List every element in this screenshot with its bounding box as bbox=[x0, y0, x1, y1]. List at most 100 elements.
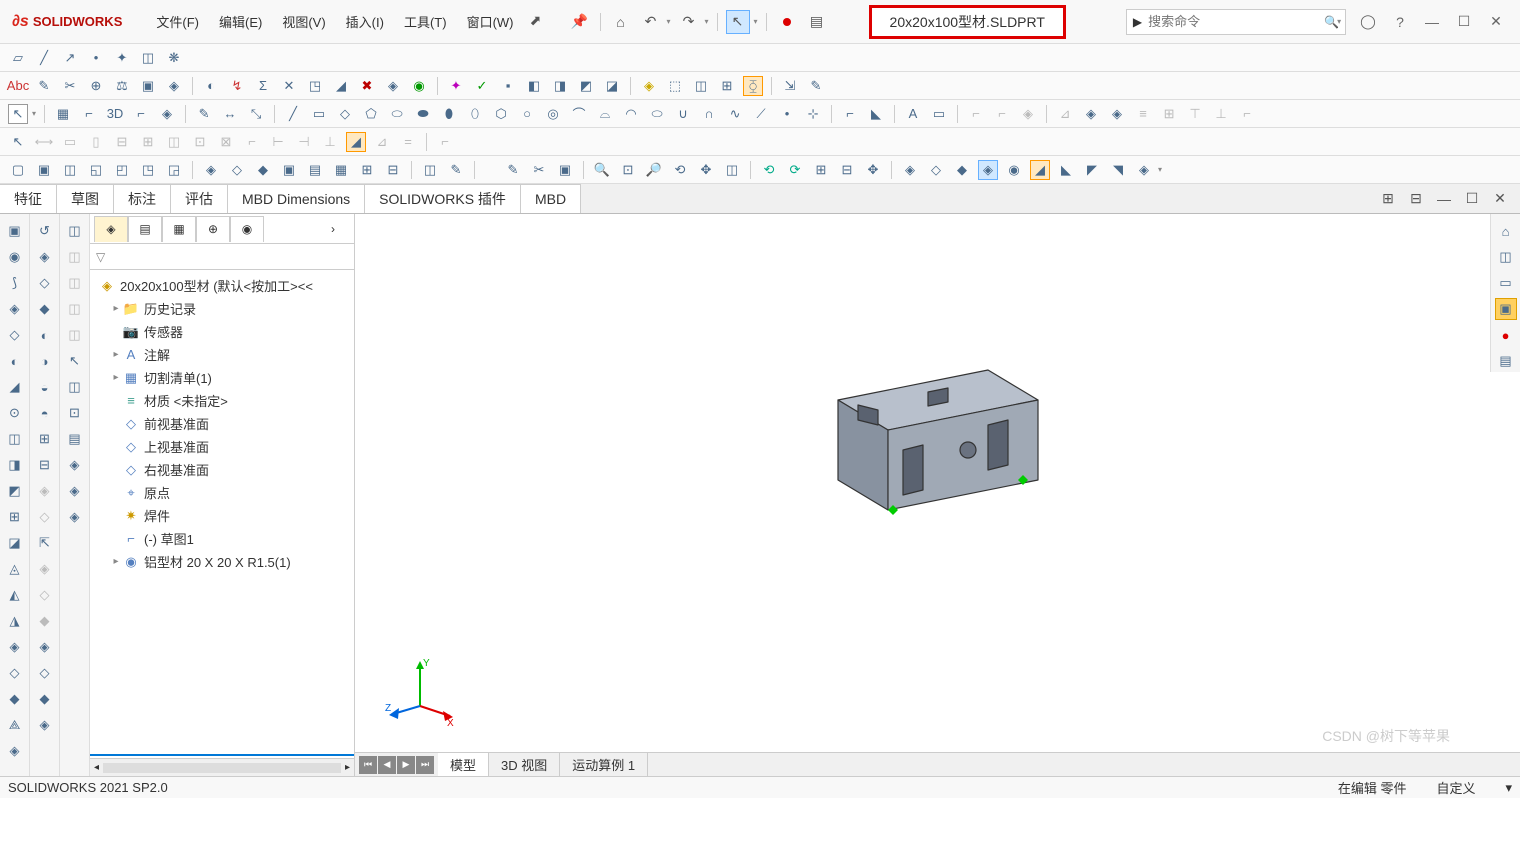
rel6-icon[interactable]: ⊞ bbox=[138, 132, 158, 152]
feat11-icon[interactable]: ▣ bbox=[279, 160, 299, 180]
tree-item-annotate[interactable]: ▸A注解 bbox=[90, 343, 354, 366]
feat4-icon[interactable]: ◱ bbox=[86, 160, 106, 180]
tree-tab-appearance[interactable]: ◉ bbox=[230, 216, 264, 242]
tool-f-icon[interactable]: ◈ bbox=[164, 76, 184, 96]
dim2-icon[interactable]: ⤡ bbox=[246, 104, 266, 124]
slot4-icon[interactable]: ⬯ bbox=[465, 104, 485, 124]
win-tile1-icon[interactable]: ⊞ bbox=[1376, 187, 1400, 211]
rail2-p-icon[interactable]: ◆ bbox=[34, 610, 56, 632]
status-dropdown-icon[interactable]: ▾ bbox=[1505, 780, 1512, 796]
rail-d-icon[interactable]: ◈ bbox=[4, 636, 26, 658]
rail2-g-icon[interactable]: ◒ bbox=[34, 376, 56, 398]
spline-icon[interactable]: ∩ bbox=[699, 104, 719, 124]
dropdown-icon[interactable]: ▾ bbox=[1158, 165, 1162, 174]
search-input[interactable] bbox=[1148, 14, 1324, 29]
text-icon[interactable]: A bbox=[903, 104, 923, 124]
win-max-icon[interactable]: ☐ bbox=[1460, 187, 1484, 211]
sketch2-icon[interactable]: ⌐ bbox=[131, 104, 151, 124]
rr-home-icon[interactable]: ⌂ bbox=[1495, 220, 1517, 242]
rail-revolve-icon[interactable]: ◉ bbox=[4, 246, 26, 268]
tree-tab-property[interactable]: ▦ bbox=[162, 216, 196, 242]
cursor-icon[interactable]: ↖ bbox=[8, 104, 28, 124]
rail-g-icon[interactable]: ⟁ bbox=[4, 714, 26, 736]
sheet-icon[interactable]: ❋ bbox=[164, 48, 184, 68]
tree-tab-study[interactable]: ⊕ bbox=[196, 216, 230, 242]
rel-highlight-icon[interactable]: ◢ bbox=[346, 132, 366, 152]
tree-tab-config[interactable]: ▤ bbox=[128, 216, 162, 242]
body3-icon[interactable]: ◈ bbox=[1107, 104, 1127, 124]
tree-item-right-plane[interactable]: ◇右视基准面 bbox=[90, 458, 354, 481]
menu-window[interactable]: 窗口(W) bbox=[457, 8, 524, 35]
pat2-icon[interactable]: ⊞ bbox=[1159, 104, 1179, 124]
line2-icon[interactable]: ╱ bbox=[283, 104, 303, 124]
feat6-icon[interactable]: ◳ bbox=[138, 160, 158, 180]
dropdown-icon[interactable]: ▾ bbox=[667, 17, 671, 26]
point2-icon[interactable]: • bbox=[777, 104, 797, 124]
rel9-icon[interactable]: ⊠ bbox=[216, 132, 236, 152]
grid-icon[interactable]: ▦ bbox=[53, 104, 73, 124]
rail2-s-icon[interactable]: ◆ bbox=[34, 688, 56, 710]
menu-file[interactable]: 文件(F) bbox=[146, 8, 209, 35]
rr-custom-icon[interactable]: ▤ bbox=[1495, 350, 1517, 372]
rel15-icon[interactable]: = bbox=[398, 132, 418, 152]
tool-t-icon[interactable]: ◪ bbox=[602, 76, 622, 96]
arc2-icon[interactable]: ⌓ bbox=[595, 104, 615, 124]
tool-i-icon[interactable]: ✕ bbox=[279, 76, 299, 96]
menu-more-icon[interactable]: ⬈ bbox=[524, 8, 548, 32]
ellipse-icon[interactable]: ⬭ bbox=[647, 104, 667, 124]
pin-icon[interactable]: 📌 bbox=[568, 10, 592, 34]
tool-q-icon[interactable]: ◧ bbox=[524, 76, 544, 96]
feat8-icon[interactable]: ◈ bbox=[201, 160, 221, 180]
slot2-icon[interactable]: ⬬ bbox=[413, 104, 433, 124]
rail2-r-icon[interactable]: ◇ bbox=[34, 662, 56, 684]
view5-icon[interactable]: ⊞ bbox=[811, 160, 831, 180]
tool-s-icon[interactable]: ◩ bbox=[576, 76, 596, 96]
tool-l-icon[interactable]: ✖ bbox=[357, 76, 377, 96]
pan-icon[interactable]: ✥ bbox=[696, 160, 716, 180]
rail-sweep-icon[interactable]: ⟆ bbox=[4, 272, 26, 294]
rail3-l-icon[interactable]: ◈ bbox=[64, 506, 86, 528]
tree-tab-feature[interactable]: ◈ bbox=[94, 216, 128, 242]
feat10-icon[interactable]: ◆ bbox=[253, 160, 273, 180]
tool-c-icon[interactable]: ⊕ bbox=[86, 76, 106, 96]
rail2-m-icon[interactable]: ⇱ bbox=[34, 532, 56, 554]
tree-tab-more[interactable]: › bbox=[316, 216, 350, 242]
view-tab-motion[interactable]: 运动算例 1 bbox=[560, 753, 648, 776]
zoom-in-icon[interactable]: 🔎 bbox=[644, 160, 664, 180]
rel12-icon[interactable]: ⊣ bbox=[294, 132, 314, 152]
sketch3-icon[interactable]: ◈ bbox=[157, 104, 177, 124]
rail2-o-icon[interactable]: ◇ bbox=[34, 584, 56, 606]
feat2-icon[interactable]: ▣ bbox=[34, 160, 54, 180]
rail2-b-icon[interactable]: ◈ bbox=[34, 246, 56, 268]
feat5-icon[interactable]: ◰ bbox=[112, 160, 132, 180]
view-tab-model[interactable]: 模型 bbox=[438, 753, 489, 776]
rail2-a-icon[interactable]: ↺ bbox=[34, 220, 56, 242]
rel7-icon[interactable]: ◫ bbox=[164, 132, 184, 152]
circle2-icon[interactable]: ◎ bbox=[543, 104, 563, 124]
rail-boundary-icon[interactable]: ◇ bbox=[4, 324, 26, 346]
rr-lib-icon[interactable]: ▭ bbox=[1495, 272, 1517, 294]
tree-item-front-plane[interactable]: ◇前视基准面 bbox=[90, 412, 354, 435]
rail-rib-icon[interactable]: ◨ bbox=[4, 454, 26, 476]
rail2-t-icon[interactable]: ◈ bbox=[34, 714, 56, 736]
win-tile2-icon[interactable]: ⊟ bbox=[1404, 187, 1428, 211]
expand-icon[interactable]: ▸ bbox=[110, 349, 122, 360]
cube1-icon[interactable]: ◈ bbox=[639, 76, 659, 96]
rr-view-icon[interactable]: ▣ bbox=[1495, 298, 1517, 320]
slot3-icon[interactable]: ⬮ bbox=[439, 104, 459, 124]
rail-pattern-icon[interactable]: ⊞ bbox=[4, 506, 26, 528]
tree-scrollbar[interactable]: ◂▸ bbox=[90, 758, 354, 776]
tool-g-icon[interactable]: ◐ bbox=[201, 76, 221, 96]
rail-e-icon[interactable]: ◇ bbox=[4, 662, 26, 684]
nav-next-icon[interactable]: ▶ bbox=[397, 756, 415, 774]
rail2-i-icon[interactable]: ⊞ bbox=[34, 428, 56, 450]
record-icon[interactable] bbox=[775, 10, 799, 34]
rail2-c-icon[interactable]: ◇ bbox=[34, 272, 56, 294]
tool-o-icon[interactable]: ✦ bbox=[446, 76, 466, 96]
dropdown-icon[interactable]: ▾ bbox=[705, 17, 709, 26]
tab-annotate[interactable]: 标注 bbox=[114, 184, 171, 213]
help-icon[interactable]: ? bbox=[1386, 8, 1414, 36]
sigma-icon[interactable]: Σ bbox=[253, 76, 273, 96]
tool-p-icon[interactable]: ▪ bbox=[498, 76, 518, 96]
expand-icon[interactable]: ▸ bbox=[110, 372, 122, 383]
